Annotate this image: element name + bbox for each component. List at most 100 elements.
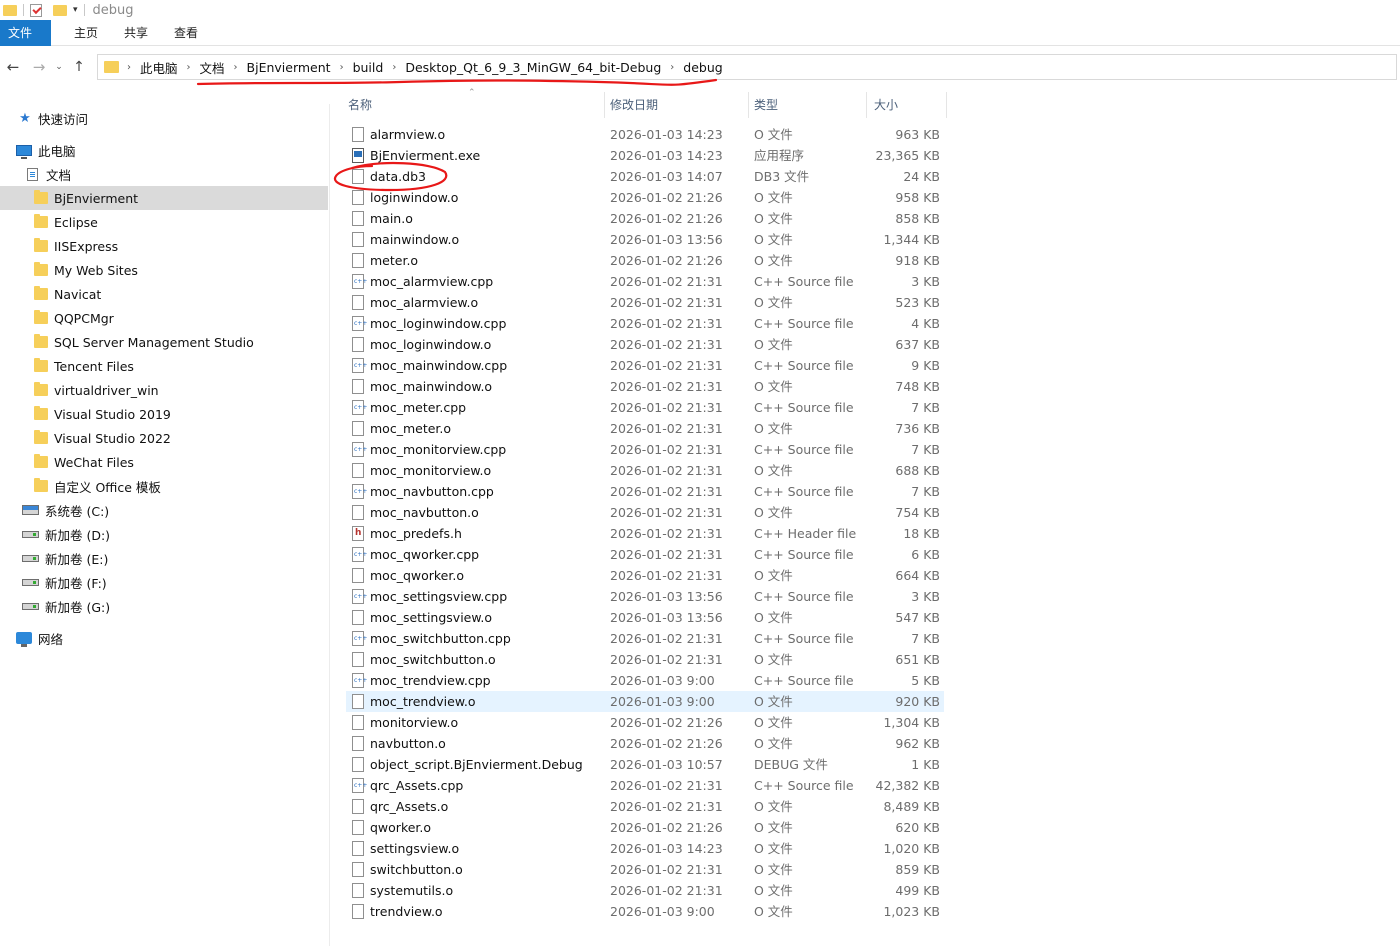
chevron-right-icon[interactable]: ›	[670, 62, 674, 73]
back-icon[interactable]: ←	[0, 58, 26, 76]
file-row[interactable]: moc_mainwindow.cpp 2026-01-02 21:31 C++ So…	[346, 355, 944, 376]
file-row[interactable]: systemutils.o 2026-01-02 21:31 O 文件 499 KB	[346, 880, 944, 901]
file-row[interactable]: trendview.o 2026-01-03 9:00 O 文件 1,023 KB	[346, 901, 944, 922]
column-header-date[interactable]: 修改日期	[610, 94, 750, 116]
file-row[interactable]: moc_monitorview.cpp 2026-01-02 21:31 C++ S…	[346, 439, 944, 460]
sidebar-item-visual-studio-2022[interactable]: Visual Studio 2022	[0, 426, 328, 450]
file-row[interactable]: moc_settingsview.o 2026-01-03 13:56 O 文件 54…	[346, 607, 944, 628]
file-row[interactable]: data.db3 2026-01-03 14:07 DB3 文件 24 KB	[346, 166, 944, 187]
file-row[interactable]: moc_mainwindow.o 2026-01-02 21:31 O 文件 748 …	[346, 376, 944, 397]
file-row[interactable]: moc_switchbutton.cpp 2026-01-02 21:31 C++ …	[346, 628, 944, 649]
file-row[interactable]: moc_monitorview.o 2026-01-02 21:31 O 文件 688…	[346, 460, 944, 481]
file-row[interactable]: alarmview.o 2026-01-03 14:23 O 文件 963 KB	[346, 124, 944, 145]
forward-icon[interactable]: →	[26, 58, 52, 76]
file-date: 2026-01-02 21:31	[610, 526, 723, 541]
file-row[interactable]: main.o 2026-01-02 21:26 O 文件 858 KB	[346, 208, 944, 229]
sidebar-item-navicat[interactable]: Navicat	[0, 282, 328, 306]
file-row[interactable]: moc_alarmview.cpp 2026-01-02 21:31 C++ Sou…	[346, 271, 944, 292]
column-divider[interactable]	[604, 92, 605, 118]
file-row[interactable]: settingsview.o 2026-01-03 14:23 O 文件 1,020 …	[346, 838, 944, 859]
file-name: switchbutton.o	[370, 862, 463, 877]
address-bar[interactable]: › 此电脑 › 文档 › BjEnvierment › build › Desk…	[97, 54, 1397, 80]
sidebar-item-sql-server[interactable]: SQL Server Management Studio	[0, 330, 328, 354]
file-row[interactable]: moc_loginwindow.cpp 2026-01-02 21:31 C++ S…	[346, 313, 944, 334]
file-row[interactable]: moc_settingsview.cpp 2026-01-03 13:56 C++ …	[346, 586, 944, 607]
breadcrumb-this-pc[interactable]: 此电脑	[140, 58, 178, 77]
file-row[interactable]: moc_navbutton.o 2026-01-02 21:31 O 文件 754 K…	[346, 502, 944, 523]
sidebar-item-drive-c[interactable]: 系统卷 (C:)	[0, 498, 328, 522]
file-date: 2026-01-02 21:26	[610, 211, 723, 226]
file-row[interactable]: meter.o 2026-01-02 21:26 O 文件 918 KB	[346, 250, 944, 271]
sidebar-item-eclipse[interactable]: Eclipse	[0, 210, 328, 234]
sidebar-item-drive-e[interactable]: 新加卷 (E:)	[0, 546, 328, 570]
breadcrumb-debug[interactable]: debug	[683, 60, 722, 75]
file-row[interactable]: navbutton.o 2026-01-02 21:26 O 文件 962 KB	[346, 733, 944, 754]
file-row[interactable]: moc_loginwindow.o 2026-01-02 21:31 O 文件 637…	[346, 334, 944, 355]
tab-file[interactable]: 文件	[0, 19, 52, 46]
folder-icon[interactable]	[3, 4, 17, 16]
file-row[interactable]: moc_qworker.o 2026-01-02 21:31 O 文件 664 KB	[346, 565, 944, 586]
column-header-type[interactable]: 类型	[754, 94, 864, 116]
file-row[interactable]: moc_trendview.o 2026-01-03 9:00 O 文件 920 KB	[346, 691, 944, 712]
column-divider[interactable]	[866, 92, 867, 118]
sidebar-item-quick-access[interactable]: ★ 快速访问	[0, 106, 328, 130]
recent-locations-icon[interactable]: ⌄	[52, 62, 66, 72]
sidebar-item-this-pc[interactable]: 此电脑	[0, 138, 328, 162]
sidebar-item-qqpcmgr[interactable]: QQPCMgr	[0, 306, 328, 330]
file-row[interactable]: moc_meter.o 2026-01-02 21:31 O 文件 736 KB	[346, 418, 944, 439]
file-type: C++ Source file	[754, 442, 854, 457]
sidebar-item-drive-f[interactable]: 新加卷 (F:)	[0, 570, 328, 594]
file-row[interactable]: mainwindow.o 2026-01-03 13:56 O 文件 1,344 KB	[346, 229, 944, 250]
column-header-size[interactable]: 大小	[874, 94, 944, 116]
new-folder-icon[interactable]	[53, 4, 67, 16]
column-header-name[interactable]: 名称	[348, 94, 604, 116]
file-row[interactable]: qrc_Assets.cpp 2026-01-02 21:31 C++ Source…	[346, 775, 944, 796]
tab-share[interactable]: 共享	[111, 20, 161, 46]
up-icon[interactable]: ↑	[66, 59, 92, 75]
network-icon	[16, 632, 32, 647]
chevron-right-icon[interactable]: ›	[127, 62, 131, 73]
sidebar-item-my-web-sites[interactable]: My Web Sites	[0, 258, 328, 282]
column-divider[interactable]	[748, 92, 749, 118]
file-row[interactable]: moc_qworker.cpp 2026-01-02 21:31 C++ Sourc…	[346, 544, 944, 565]
file-row[interactable]: object_script.BjEnvierment.Debug 2026-01-…	[346, 754, 944, 775]
file-row[interactable]: moc_trendview.cpp 2026-01-03 9:00 C++ Sour…	[346, 670, 944, 691]
file-row[interactable]: qrc_Assets.o 2026-01-02 21:31 O 文件 8,489 KB	[346, 796, 944, 817]
chevron-right-icon[interactable]: ›	[392, 62, 396, 73]
file-row[interactable]: loginwindow.o 2026-01-02 21:26 O 文件 958 KB	[346, 187, 944, 208]
file-row[interactable]: moc_meter.cpp 2026-01-02 21:31 C++ Source …	[346, 397, 944, 418]
breadcrumb-bjenvierment[interactable]: BjEnvierment	[247, 60, 331, 75]
file-size: 1,304 KB	[883, 715, 940, 730]
sidebar-item-wechat-files[interactable]: WeChat Files	[0, 450, 328, 474]
breadcrumb-documents[interactable]: 文档	[200, 58, 225, 77]
tab-view[interactable]: 查看	[161, 20, 211, 46]
sidebar-item-drive-g[interactable]: 新加卷 (G:)	[0, 594, 328, 618]
file-row[interactable]: monitorview.o 2026-01-02 21:26 O 文件 1,304 K…	[346, 712, 944, 733]
file-row[interactable]: moc_navbutton.cpp 2026-01-02 21:31 C++ Sou…	[346, 481, 944, 502]
chevron-right-icon[interactable]: ›	[234, 62, 238, 73]
sidebar-item-network[interactable]: 网络	[0, 626, 328, 650]
quick-access-dropdown-icon[interactable]: ▾	[73, 5, 78, 15]
properties-check-icon[interactable]	[30, 3, 42, 17]
file-row[interactable]: qworker.o 2026-01-02 21:26 O 文件 620 KB	[346, 817, 944, 838]
sidebar-item-bjenvierment[interactable]: BjEnvierment	[0, 186, 328, 210]
column-divider[interactable]	[946, 92, 947, 118]
file-row[interactable]: BjEnvierment.exe 2026-01-03 14:23 应用程序 23,3…	[346, 145, 944, 166]
sidebar-item-tencent-files[interactable]: Tencent Files	[0, 354, 328, 378]
file-row[interactable]: moc_predefs.h 2026-01-02 21:31 C++ Header …	[346, 523, 944, 544]
tab-home[interactable]: 主页	[51, 20, 111, 46]
sidebar-item-documents[interactable]: 文档	[0, 162, 328, 186]
sidebar-item-drive-d[interactable]: 新加卷 (D:)	[0, 522, 328, 546]
sidebar-item-virtualdriver-win[interactable]: virtualdriver_win	[0, 378, 328, 402]
file-row[interactable]: moc_alarmview.o 2026-01-02 21:31 O 文件 523 K…	[346, 292, 944, 313]
file-row[interactable]: moc_switchbutton.o 2026-01-02 21:31 O 文件 65…	[346, 649, 944, 670]
breadcrumb-build[interactable]: build	[353, 60, 384, 75]
file-row[interactable]: switchbutton.o 2026-01-02 21:31 O 文件 859 KB	[346, 859, 944, 880]
chevron-right-icon[interactable]: ›	[340, 62, 344, 73]
sidebar-item-office-templates[interactable]: 自定义 Office 模板	[0, 474, 328, 498]
breadcrumb-desktop-qt[interactable]: Desktop_Qt_6_9_3_MinGW_64_bit-Debug	[405, 60, 661, 75]
file-size: 6 KB	[911, 547, 940, 562]
sidebar-item-visual-studio-2019[interactable]: Visual Studio 2019	[0, 402, 328, 426]
chevron-right-icon[interactable]: ›	[187, 62, 191, 73]
sidebar-item-iisexpress[interactable]: IISExpress	[0, 234, 328, 258]
